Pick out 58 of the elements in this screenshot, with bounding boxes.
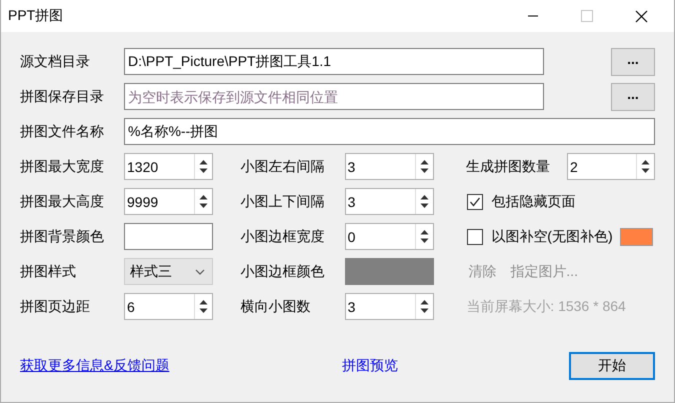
up-arrow-icon[interactable] — [420, 299, 429, 305]
field-label: 拼图样式 — [20, 262, 77, 280]
preview-link[interactable]: 拼图预览 — [342, 357, 570, 375]
window-title: PPT拼图 — [8, 7, 64, 25]
checkbox-label[interactable]: 包括隐藏页面 — [491, 192, 576, 210]
checkbox-label[interactable]: 以图补空(无图补色) — [491, 228, 613, 246]
number-spinner[interactable]: 2 — [567, 153, 655, 180]
number-spinner[interactable]: 3 — [344, 188, 434, 215]
field-label: 横向小图数 — [240, 298, 312, 316]
down-arrow-icon[interactable] — [199, 203, 208, 209]
color-swatch[interactable] — [620, 228, 653, 246]
number-spinner[interactable]: 0 — [344, 223, 434, 250]
number-spinner[interactable]: 6 — [124, 293, 213, 320]
up-arrow-icon[interactable] — [420, 229, 429, 235]
field-label: 小图左右间隔 — [240, 158, 326, 176]
down-arrow-icon[interactable] — [420, 308, 429, 314]
field-label: 源文档目录 — [20, 52, 91, 70]
browse-button[interactable]: ... — [611, 82, 655, 110]
down-arrow-icon[interactable] — [420, 203, 429, 209]
field-label: 拼图最大宽度 — [20, 158, 105, 176]
close-icon[interactable] — [635, 10, 648, 22]
field-label: 拼图保存目录 — [20, 88, 105, 106]
up-arrow-icon[interactable] — [199, 159, 208, 165]
path-field[interactable]: D:\PPT_Picture\PPT拼图工具1.1 — [124, 48, 544, 75]
field-label: 小图边框宽度 — [240, 228, 326, 246]
field-label: 拼图页边距 — [20, 298, 91, 316]
checkbox[interactable] — [467, 228, 484, 244]
down-arrow-icon[interactable] — [420, 238, 429, 244]
up-arrow-icon[interactable] — [199, 194, 208, 200]
checkbox[interactable] — [467, 194, 484, 210]
up-arrow-icon[interactable] — [420, 194, 429, 200]
field-label: 拼图最大高度 — [20, 192, 105, 210]
path-field[interactable]: %名称%--拼图 — [124, 118, 655, 145]
down-arrow-icon[interactable] — [199, 168, 208, 174]
field-label: 小图边框颜色 — [240, 262, 326, 280]
up-arrow-icon[interactable] — [420, 159, 428, 165]
screen-size-text: 当前屏幕大小: 1536 * 864 — [466, 298, 626, 316]
down-arrow-icon[interactable] — [420, 168, 428, 174]
up-arrow-icon[interactable] — [641, 159, 650, 165]
style-dropdown[interactable]: 样式三 — [124, 258, 213, 285]
start-button[interactable]: 开始 — [569, 352, 655, 380]
number-spinner[interactable]: 9999 — [124, 188, 213, 215]
field-label: 生成拼图数量 — [466, 158, 551, 176]
feedback-link[interactable]: 获取更多信息&反馈问题 — [20, 357, 342, 375]
field-label: 拼图背景颜色 — [20, 228, 105, 246]
field-label: 拼图文件名称 — [20, 122, 105, 140]
down-arrow-icon[interactable] — [641, 168, 650, 174]
number-spinner[interactable]: 1320 — [124, 153, 213, 180]
color-swatch[interactable] — [344, 258, 434, 285]
number-spinner[interactable]: 3 — [344, 293, 434, 320]
path-field[interactable]: 为空时表示保存到源文件相同位置 — [124, 83, 544, 110]
chevron-icon — [195, 268, 205, 274]
number-spinner[interactable]: 3 — [344, 153, 434, 180]
down-arrow-icon[interactable] — [199, 308, 208, 314]
color-swatch[interactable] — [124, 223, 213, 250]
browse-button[interactable]: ... — [611, 48, 655, 76]
up-arrow-icon[interactable] — [199, 299, 208, 305]
field-label: 小图上下间隔 — [240, 192, 326, 210]
